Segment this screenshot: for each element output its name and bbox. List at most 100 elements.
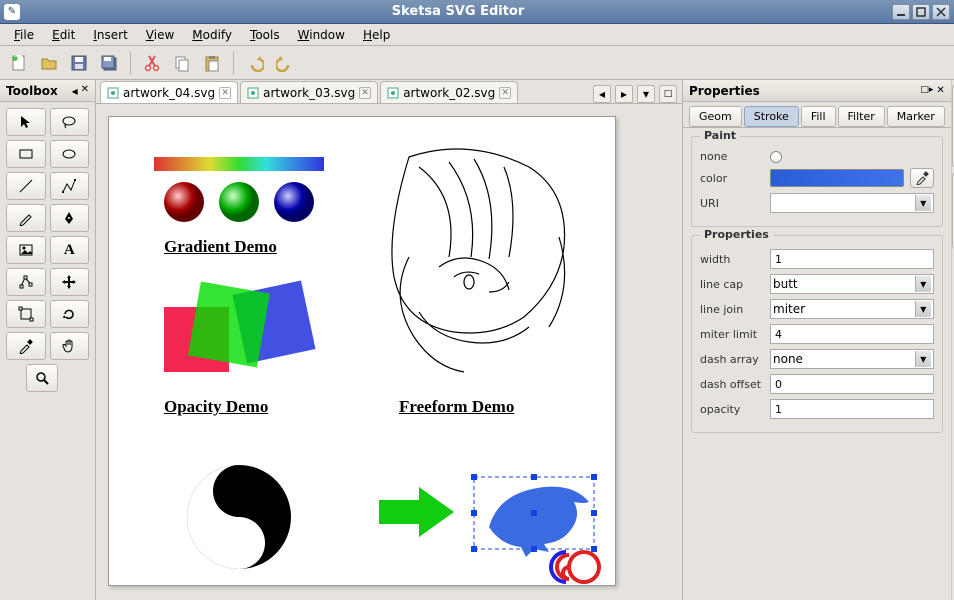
tab-close-icon[interactable]: ✕ — [359, 87, 371, 99]
document-tabstrip: artwork_04.svg ✕ artwork_03.svg ✕ artwor… — [96, 80, 682, 104]
ellipse-tool[interactable] — [50, 140, 90, 168]
artwork-content — [109, 117, 617, 587]
eyedropper-tool[interactable] — [6, 332, 46, 360]
tab-list-dropdown[interactable]: ▾ — [637, 85, 655, 103]
svg-file-icon — [107, 87, 119, 99]
properties-pin-icon[interactable]: □▸ — [920, 85, 933, 96]
menu-insert[interactable]: Insert — [85, 26, 135, 44]
pencil-tool[interactable] — [6, 204, 46, 232]
tab-stroke[interactable]: Stroke — [744, 106, 799, 127]
menu-edit[interactable]: Edit — [44, 26, 83, 44]
redo-button[interactable] — [272, 50, 298, 76]
tab-geom[interactable]: Geom — [689, 106, 742, 127]
save-all-button[interactable] — [96, 50, 122, 76]
properties-tabs: Geom Stroke Fill Filter Marker — [683, 102, 951, 128]
rectangle-tool[interactable] — [6, 140, 46, 168]
lasso-tool[interactable] — [50, 108, 90, 136]
paste-button[interactable] — [199, 50, 225, 76]
menu-window[interactable]: Window — [290, 26, 353, 44]
pen-tool[interactable] — [50, 204, 90, 232]
svg-canvas[interactable]: Gradient Demo Opacity Demo Freeform Demo — [108, 116, 616, 586]
tab-fill[interactable]: Fill — [801, 106, 836, 127]
line-tool[interactable] — [6, 172, 46, 200]
menu-view[interactable]: View — [138, 26, 182, 44]
titlebar: ✎ Sketsa SVG Editor — [0, 0, 954, 24]
right-panel: Properties □▸✕ Geom Stroke Fill Filter M… — [682, 80, 954, 600]
tab-close-icon[interactable]: ✕ — [219, 87, 231, 99]
save-button[interactable] — [66, 50, 92, 76]
menu-tools[interactable]: Tools — [242, 26, 288, 44]
stroke-props-group: Properties width line capbutt▾ line join… — [691, 235, 943, 433]
image-tool[interactable] — [6, 236, 46, 264]
tab-label: artwork_03.svg — [263, 86, 355, 100]
properties-title: Properties □▸✕ — [683, 80, 951, 102]
move-tool[interactable] — [50, 268, 90, 296]
maximize-button[interactable] — [912, 4, 930, 20]
tab-scroll-right[interactable]: ▸ — [615, 85, 633, 103]
toolbox-title: Toolbox ◂✕ — [0, 80, 95, 102]
properties-close-icon[interactable]: ✕ — [936, 85, 944, 96]
freeform-demo-label: Freeform Demo — [399, 397, 514, 417]
tab-close-icon[interactable]: ✕ — [499, 87, 511, 99]
menu-modify[interactable]: Modify — [184, 26, 240, 44]
menubar: File Edit Insert View Modify Tools Windo… — [0, 24, 954, 46]
miterlimit-input[interactable] — [770, 324, 934, 344]
gradient-demo-label: Gradient Demo — [164, 237, 277, 257]
cut-button[interactable] — [139, 50, 165, 76]
minimize-button[interactable] — [892, 4, 910, 20]
copy-button[interactable] — [169, 50, 195, 76]
paint-none-radio[interactable] — [770, 151, 782, 163]
toolbox-close-icon[interactable]: ✕ — [81, 84, 89, 98]
tab-marker[interactable]: Marker — [887, 106, 945, 127]
toolbox-pin-icon[interactable]: ◂ — [72, 84, 78, 98]
rotate-tool[interactable] — [50, 300, 90, 328]
close-button[interactable] — [932, 4, 950, 20]
paint-color-label: color — [700, 172, 764, 185]
zoom-tool[interactable] — [26, 364, 58, 392]
menu-help[interactable]: Help — [355, 26, 398, 44]
properties-body: Paint none color URI ▾ — [683, 128, 951, 600]
paint-uri-label: URI — [700, 197, 764, 210]
stroke-width-input[interactable] — [770, 249, 934, 269]
polyline-tool[interactable] — [50, 172, 90, 200]
undo-button[interactable] — [242, 50, 268, 76]
tab-scroll-left[interactable]: ◂ — [593, 85, 611, 103]
tab-artwork-03[interactable]: artwork_03.svg ✕ — [240, 81, 378, 103]
hand-tool[interactable] — [50, 332, 90, 360]
paint-color-swatch[interactable] — [770, 169, 904, 187]
paint-group: Paint none color URI ▾ — [691, 136, 943, 227]
linejoin-combo[interactable]: miter▾ — [770, 299, 934, 319]
transform-tool[interactable] — [6, 300, 46, 328]
toolbar: + — [0, 46, 954, 80]
workarea: Toolbox ◂✕ A artwork_0 — [0, 80, 954, 600]
paint-none-label: none — [700, 150, 764, 163]
canvas-viewport[interactable]: Gradient Demo Opacity Demo Freeform Demo — [96, 104, 682, 600]
pointer-tool[interactable] — [6, 108, 46, 136]
open-file-button[interactable] — [36, 50, 62, 76]
new-file-button[interactable]: + — [6, 50, 32, 76]
opacity-input[interactable] — [770, 399, 934, 419]
tab-artwork-04[interactable]: artwork_04.svg ✕ — [100, 81, 238, 103]
text-tool[interactable]: A — [50, 236, 90, 264]
dashoffset-input[interactable] — [770, 374, 934, 394]
node-edit-tool[interactable] — [6, 268, 46, 296]
tab-maximize[interactable]: □ — [659, 85, 677, 103]
dasharray-combo[interactable]: none▾ — [770, 349, 934, 369]
toolbox-panel: Toolbox ◂✕ A — [0, 80, 96, 600]
app-icon: ✎ — [4, 4, 20, 20]
linecap-combo[interactable]: butt▾ — [770, 274, 934, 294]
tab-filter[interactable]: Filter — [838, 106, 885, 127]
toolbox-grid: A — [0, 102, 95, 398]
paint-uri-combo[interactable]: ▾ — [770, 193, 934, 213]
opacity-demo-label: Opacity Demo — [164, 397, 268, 417]
svg-text:+: + — [13, 54, 23, 63]
tab-artwork-02[interactable]: artwork_02.svg ✕ — [380, 81, 518, 103]
tab-label: artwork_02.svg — [403, 86, 495, 100]
tab-label: artwork_04.svg — [123, 86, 215, 100]
editor-center: artwork_04.svg ✕ artwork_03.svg ✕ artwor… — [96, 80, 682, 600]
svg-file-icon — [247, 87, 259, 99]
window-title: Sketsa SVG Editor — [26, 4, 890, 19]
eyedropper-button[interactable] — [910, 168, 934, 188]
svg-file-icon — [387, 87, 399, 99]
menu-file[interactable]: File — [6, 26, 42, 44]
